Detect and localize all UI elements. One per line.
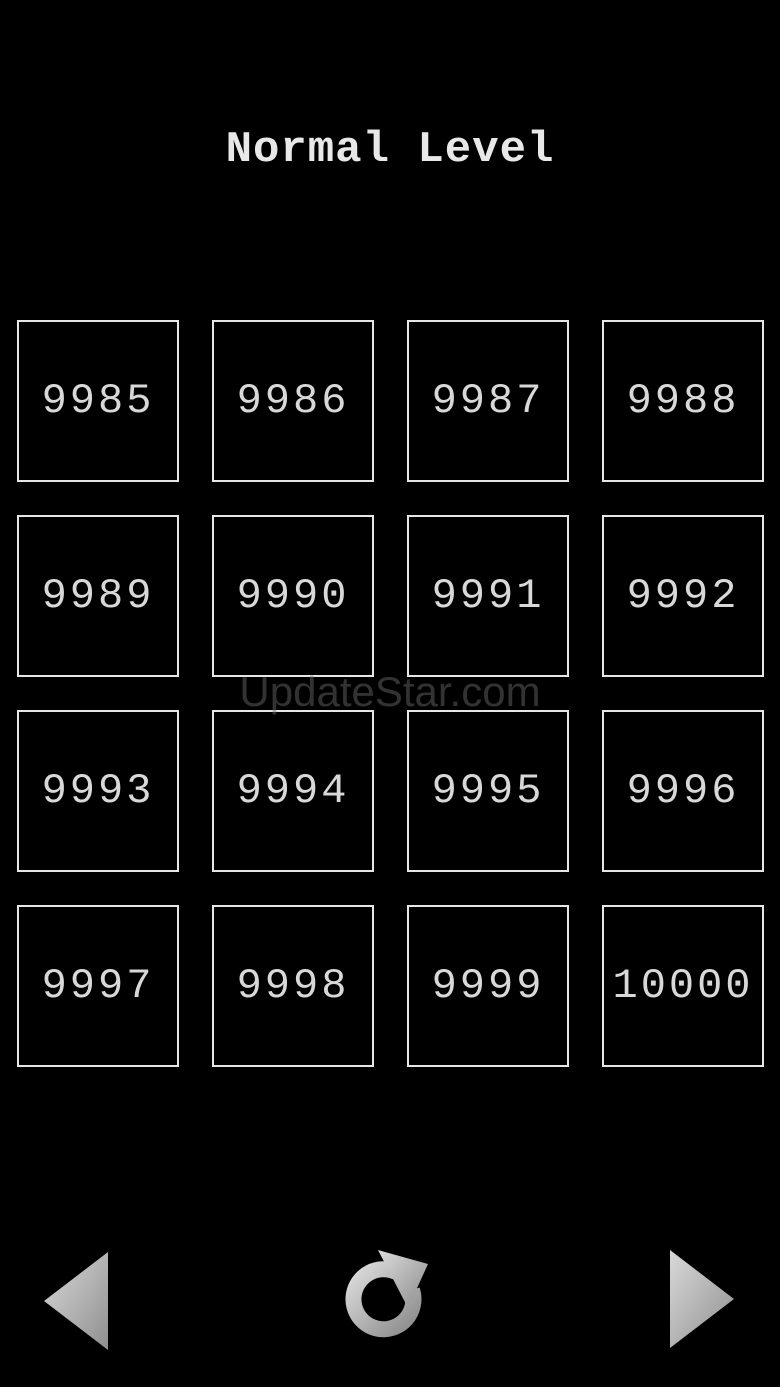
- triangle-right-icon: [670, 1250, 734, 1348]
- triangle-left-icon: [44, 1252, 108, 1350]
- level-number: 9991: [431, 572, 545, 620]
- level-tile[interactable]: 9987: [407, 320, 569, 482]
- level-number: 9989: [41, 572, 155, 620]
- level-number: 9987: [431, 377, 545, 425]
- level-tile[interactable]: 9990: [212, 515, 374, 677]
- level-grid: 9985 9986 9987 9988 9989 9990 9991 9992 …: [17, 320, 764, 1067]
- level-tile[interactable]: 9986: [212, 320, 374, 482]
- level-number: 9995: [431, 767, 545, 815]
- level-number: 9990: [236, 572, 350, 620]
- level-tile[interactable]: 9989: [17, 515, 179, 677]
- level-tile[interactable]: 9998: [212, 905, 374, 1067]
- level-tile[interactable]: 9994: [212, 710, 374, 872]
- level-number: 9994: [236, 767, 350, 815]
- next-page-button[interactable]: [666, 1246, 738, 1352]
- level-tile[interactable]: 9985: [17, 320, 179, 482]
- level-tile[interactable]: 9988: [602, 320, 764, 482]
- level-number: 9999: [431, 962, 545, 1010]
- level-number: 9988: [626, 377, 740, 425]
- level-number: 9997: [41, 962, 155, 1010]
- level-number: 9996: [626, 767, 740, 815]
- level-number: 9985: [41, 377, 155, 425]
- page-title: Normal Level: [225, 125, 555, 175]
- level-tile[interactable]: 9992: [602, 515, 764, 677]
- level-number: 9992: [626, 572, 740, 620]
- reload-button[interactable]: [338, 1246, 438, 1352]
- level-number: 9986: [236, 377, 350, 425]
- previous-page-button[interactable]: [40, 1248, 112, 1354]
- level-tile[interactable]: 9991: [407, 515, 569, 677]
- refresh-icon: [345, 1250, 428, 1338]
- level-number: 9998: [236, 962, 350, 1010]
- level-number: 9993: [41, 767, 155, 815]
- level-tile[interactable]: 9993: [17, 710, 179, 872]
- level-tile[interactable]: 9995: [407, 710, 569, 872]
- level-tile[interactable]: 9996: [602, 710, 764, 872]
- level-tile[interactable]: 9999: [407, 905, 569, 1067]
- level-number: 10000: [612, 962, 754, 1010]
- level-tile[interactable]: 10000: [602, 905, 764, 1067]
- level-tile[interactable]: 9997: [17, 905, 179, 1067]
